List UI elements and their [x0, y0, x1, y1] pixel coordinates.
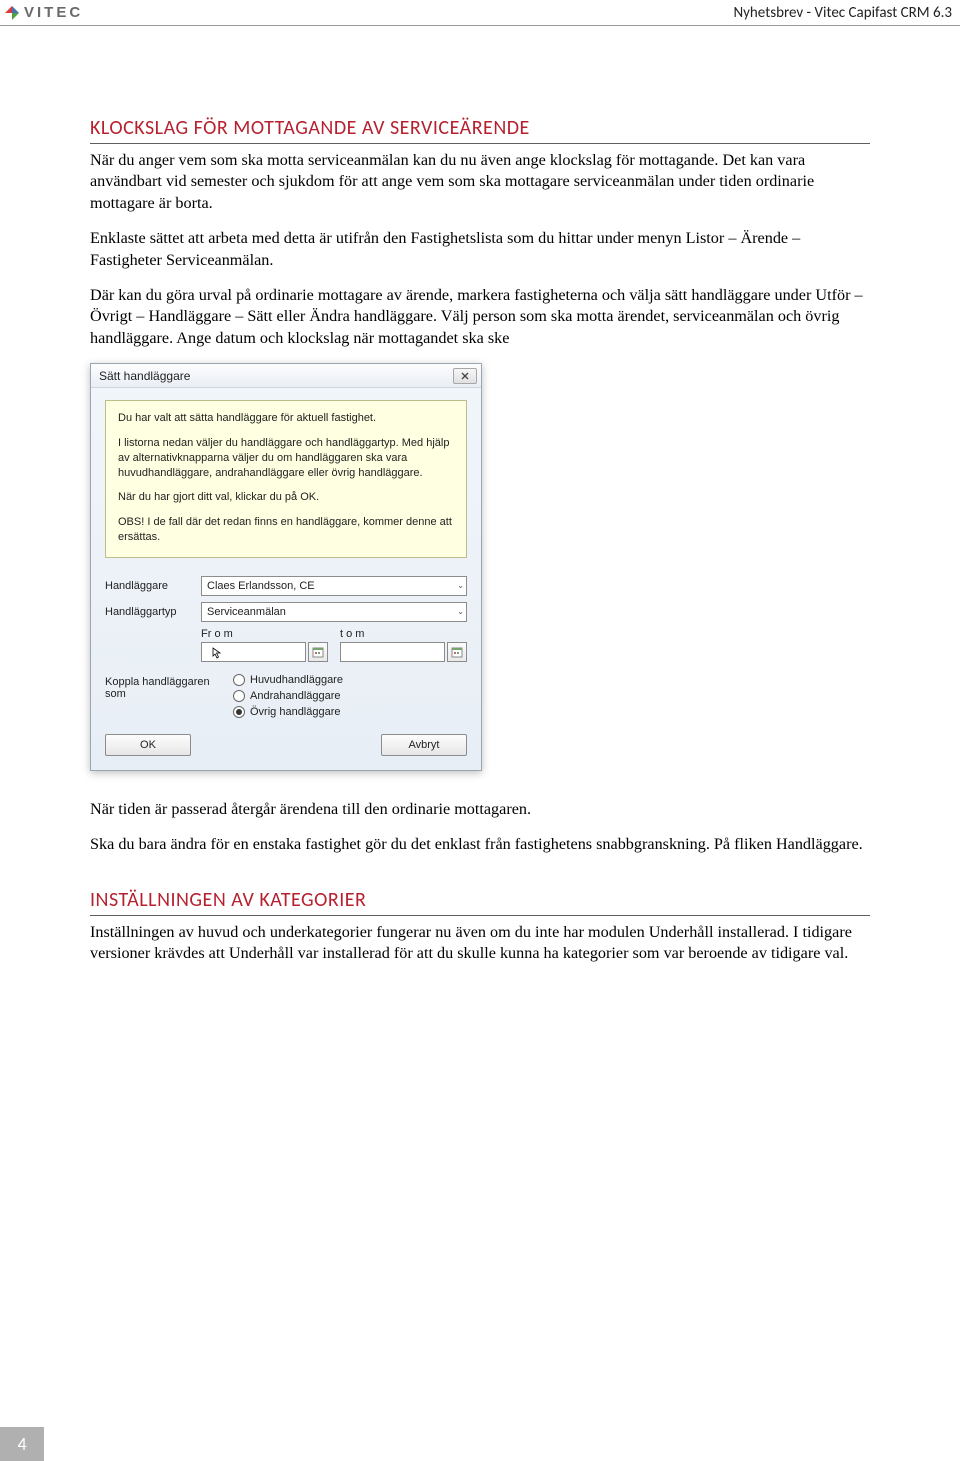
- col-from: Fr o m: [201, 628, 328, 662]
- label-handlaggare: Handläggare: [105, 580, 201, 592]
- radio-icon: [233, 690, 245, 702]
- info-text: Du har valt att sätta handläggare för ak…: [118, 411, 454, 426]
- radio-icon: [233, 706, 245, 718]
- body-paragraph: När tiden är passerad återgår ärendena t…: [90, 799, 870, 820]
- body-paragraph: Där kan du göra urval på ordinarie motta…: [90, 285, 870, 349]
- body-paragraph: Enklaste sättet att arbeta med detta är …: [90, 228, 870, 271]
- page-content: KLOCKSLAG FÖR MOTTAGANDE AV SERVICEÄREND…: [0, 26, 960, 964]
- radio-group-koppla: Koppla handläggaren som Huvudhandläggare…: [105, 674, 467, 718]
- label-tom: t o m: [340, 628, 467, 640]
- info-text: I listorna nedan väljer du handläggare o…: [118, 436, 454, 481]
- radio-label: Andrahandläggare: [250, 690, 341, 702]
- radio-ovrighandlaggare[interactable]: Övrig handläggare: [233, 706, 343, 718]
- radio-icon: [233, 674, 245, 686]
- ok-button[interactable]: OK: [105, 734, 191, 756]
- input-tom-date[interactable]: [340, 642, 445, 662]
- section-heading-klockslag: KLOCKSLAG FÖR MOTTAGANDE AV SERVICEÄREND…: [90, 116, 870, 144]
- close-icon[interactable]: [453, 368, 477, 384]
- label-from: Fr o m: [201, 628, 328, 640]
- dialog-info-panel: Du har valt att sätta handläggare för ak…: [105, 400, 467, 558]
- radio-label: Huvudhandläggare: [250, 674, 343, 686]
- page-number: 4: [0, 1427, 44, 1461]
- calendar-button[interactable]: [447, 642, 467, 662]
- select-value: Serviceanmälan: [207, 606, 286, 618]
- button-label: OK: [140, 739, 156, 751]
- body-paragraph: När du anger vem som ska motta servicean…: [90, 150, 870, 214]
- logo-icon: [4, 5, 20, 21]
- input-from-date[interactable]: [201, 642, 306, 662]
- radio-andrahandlaggare[interactable]: Andrahandläggare: [233, 690, 343, 702]
- dialog-body: Du har valt att sätta handläggare för ak…: [91, 388, 481, 770]
- logo: VITEC: [4, 4, 83, 21]
- radio-label: Övrig handläggare: [250, 706, 341, 718]
- dialog-satt-handlaggare: Sätt handläggare Du har valt att sätta h…: [90, 363, 482, 771]
- select-handlaggartyp[interactable]: Serviceanmälan ⌄: [201, 602, 467, 622]
- logo-text: VITEC: [24, 4, 83, 21]
- info-text: När du har gjort ditt val, klickar du på…: [118, 490, 454, 505]
- row-dates: Fr o m: [201, 628, 467, 662]
- section-heading-kategorier: INSTÄLLNINGEN AV KATEGORIER: [90, 888, 870, 916]
- body-paragraph: Ska du bara ändra för en enstaka fastigh…: [90, 834, 870, 855]
- select-handlaggare[interactable]: Claes Erlandsson, CE ⌄: [201, 576, 467, 596]
- cursor-icon: [212, 647, 222, 662]
- button-label: Avbryt: [409, 739, 440, 751]
- body-paragraph: Inställningen av huvud och underkategori…: [90, 922, 870, 965]
- dialog-form: Handläggare Claes Erlandsson, CE ⌄ Handl…: [105, 576, 467, 756]
- col-tom: t o m: [340, 628, 467, 662]
- dialog-button-row: OK Avbryt: [105, 734, 467, 756]
- calendar-icon: [451, 646, 463, 658]
- chevron-down-icon: ⌄: [457, 581, 464, 590]
- calendar-button[interactable]: [308, 642, 328, 662]
- label-handlaggartyp: Handläggartyp: [105, 606, 201, 618]
- page-header-bar: VITEC Nyhetsbrev - Vitec Capifast CRM 6.…: [0, 0, 960, 26]
- radio-huvudhandlaggare[interactable]: Huvudhandläggare: [233, 674, 343, 686]
- select-value: Claes Erlandsson, CE: [207, 580, 315, 592]
- dialog-title: Sätt handläggare: [99, 369, 190, 383]
- header-title: Nyhetsbrev - Vitec Capifast CRM 6.3: [733, 4, 952, 22]
- cancel-button[interactable]: Avbryt: [381, 734, 467, 756]
- label-koppla: Koppla handläggaren som: [105, 674, 233, 700]
- row-handlaggare: Handläggare Claes Erlandsson, CE ⌄: [105, 576, 467, 596]
- dialog-titlebar: Sätt handläggare: [91, 364, 481, 388]
- row-handlaggartyp: Handläggartyp Serviceanmälan ⌄: [105, 602, 467, 622]
- chevron-down-icon: ⌄: [457, 607, 464, 616]
- info-text: OBS! I de fall där det redan finns en ha…: [118, 515, 454, 545]
- calendar-icon: [312, 646, 324, 658]
